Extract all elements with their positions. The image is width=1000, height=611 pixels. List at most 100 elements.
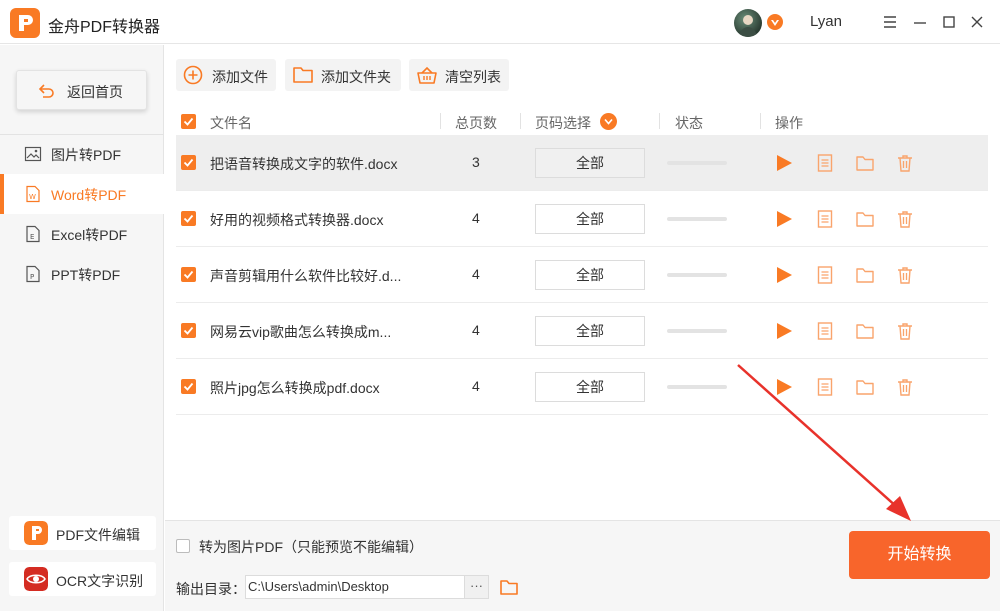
page-count: 4	[472, 266, 480, 282]
status-progress-bar	[667, 329, 727, 333]
table-row[interactable]: 照片jpg怎么转换成pdf.docx 4 全部	[176, 359, 988, 415]
folder-icon	[293, 67, 313, 83]
sidebar-item-word-to-pdf[interactable]: W Word转PDF	[0, 174, 164, 214]
header-divider	[760, 113, 761, 129]
page-range-select[interactable]: 全部	[535, 148, 645, 178]
status-progress-bar	[667, 273, 727, 277]
row-checkbox[interactable]	[181, 211, 196, 226]
file-name: 照片jpg怎么转换成pdf.docx	[210, 380, 380, 396]
row-checkbox[interactable]	[181, 267, 196, 282]
ocr-label: OCR文字识别	[56, 573, 144, 589]
ocr-button[interactable]: OCR文字识别	[9, 562, 156, 596]
trash-icon[interactable]	[895, 265, 915, 285]
clear-list-button[interactable]: 清空列表	[409, 59, 509, 91]
back-home-label: 返回首页	[67, 84, 123, 100]
open-folder-icon[interactable]	[499, 578, 519, 596]
play-icon[interactable]	[774, 153, 794, 173]
page-range-select[interactable]: 全部	[535, 316, 645, 346]
page-range-select[interactable]: 全部	[535, 260, 645, 290]
play-icon[interactable]	[774, 321, 794, 341]
document-icon[interactable]	[815, 209, 835, 229]
username[interactable]: Lyan	[810, 13, 842, 30]
status-progress-bar	[667, 217, 727, 221]
play-icon[interactable]	[774, 377, 794, 397]
folder-icon[interactable]	[855, 265, 875, 285]
header-file-name: 文件名	[210, 115, 252, 131]
page-range-select[interactable]: 全部	[535, 204, 645, 234]
pdf-edit-icon	[24, 521, 48, 545]
avatar[interactable]	[734, 9, 762, 37]
document-icon[interactable]	[815, 321, 835, 341]
status-progress-bar	[667, 161, 727, 165]
play-icon[interactable]	[774, 265, 794, 285]
sidebar-item-ppt-to-pdf[interactable]: P PPT转PDF	[0, 254, 164, 294]
row-checkbox[interactable]	[181, 379, 196, 394]
pdf-edit-button[interactable]: PDF文件编辑	[9, 516, 156, 550]
table-row[interactable]: 网易云vip歌曲怎么转换成m... 4 全部	[176, 303, 988, 359]
header-total-pages: 总页数	[455, 115, 497, 131]
folder-icon[interactable]	[855, 321, 875, 341]
output-path-field[interactable]: C:\Users\admin\Desktop	[245, 575, 465, 599]
add-file-label: 添加文件	[212, 69, 268, 85]
bottom-panel: 转为图片PDF（只能预览不能编辑） 输出目录： C:\Users\admin\D…	[165, 520, 1000, 611]
sidebar-item-image-to-pdf[interactable]: 图片转PDF	[0, 134, 164, 174]
close-icon[interactable]	[967, 12, 987, 32]
back-home-button[interactable]: 返回首页	[16, 70, 147, 110]
table-header: 文件名 总页数 页码选择 状态 操作	[176, 107, 988, 135]
table-row[interactable]: 声音剪辑用什么软件比较好.d... 4 全部	[176, 247, 988, 303]
image-pdf-label: 转为图片PDF（只能预览不能编辑）	[199, 539, 423, 555]
svg-text:W: W	[29, 193, 36, 201]
word-icon: W	[26, 185, 40, 203]
page-count: 3	[472, 154, 480, 170]
maximize-icon[interactable]	[939, 12, 959, 32]
trash-icon[interactable]	[895, 377, 915, 397]
document-icon[interactable]	[815, 153, 835, 173]
row-checkbox[interactable]	[181, 155, 196, 170]
document-icon[interactable]	[815, 265, 835, 285]
page-count: 4	[472, 378, 480, 394]
sidebar: 返回首页 图片转PDF W Word转PDF E Excel转PDF P PPT…	[0, 45, 164, 611]
file-name: 声音剪辑用什么软件比较好.d...	[210, 268, 402, 284]
add-folder-button[interactable]: 添加文件夹	[285, 59, 401, 91]
status-progress-bar	[667, 385, 727, 389]
header-status: 状态	[675, 115, 703, 131]
header-divider	[659, 113, 660, 129]
file-name: 把语音转换成文字的软件.docx	[210, 156, 398, 172]
pdf-edit-label: PDF文件编辑	[56, 527, 140, 543]
vip-badge-icon[interactable]	[767, 14, 783, 30]
minimize-icon[interactable]	[910, 12, 930, 32]
start-convert-button[interactable]: 开始转换	[849, 531, 990, 579]
folder-icon[interactable]	[855, 377, 875, 397]
header-divider	[440, 113, 441, 129]
page-range-select[interactable]: 全部	[535, 372, 645, 402]
header-page-select: 页码选择	[535, 115, 591, 131]
sidebar-item-excel-to-pdf[interactable]: E Excel转PDF	[0, 214, 164, 254]
header-divider	[520, 113, 521, 129]
file-name: 网易云vip歌曲怎么转换成m...	[210, 324, 392, 340]
folder-icon[interactable]	[855, 209, 875, 229]
trash-icon[interactable]	[895, 153, 915, 173]
app-title: 金舟PDF转换器	[48, 19, 161, 36]
play-icon[interactable]	[774, 209, 794, 229]
trash-icon[interactable]	[895, 321, 915, 341]
output-dir-label: 输出目录：	[176, 581, 246, 597]
folder-icon[interactable]	[855, 153, 875, 173]
document-icon[interactable]	[815, 377, 835, 397]
table-row[interactable]: 好用的视频格式转换器.docx 4 全部	[176, 191, 988, 247]
browse-button[interactable]: ···	[465, 575, 489, 599]
sidebar-item-label: PPT转PDF	[51, 267, 121, 283]
add-circle-icon	[183, 65, 203, 85]
title-bar: 金舟PDF转换器 Lyan	[0, 0, 1000, 44]
sidebar-item-label: Excel转PDF	[51, 227, 128, 243]
row-checkbox[interactable]	[181, 323, 196, 338]
select-all-checkbox[interactable]	[181, 114, 196, 129]
page-select-dropdown-icon[interactable]	[600, 113, 617, 130]
header-actions: 操作	[775, 115, 803, 131]
image-pdf-checkbox[interactable]	[176, 539, 190, 553]
menu-icon[interactable]	[880, 12, 900, 32]
trash-icon[interactable]	[895, 209, 915, 229]
sidebar-item-label: 图片转PDF	[51, 147, 121, 163]
add-file-button[interactable]: 添加文件	[176, 59, 276, 91]
page-count: 4	[472, 210, 480, 226]
table-row[interactable]: 把语音转换成文字的软件.docx 3 全部	[176, 135, 988, 191]
